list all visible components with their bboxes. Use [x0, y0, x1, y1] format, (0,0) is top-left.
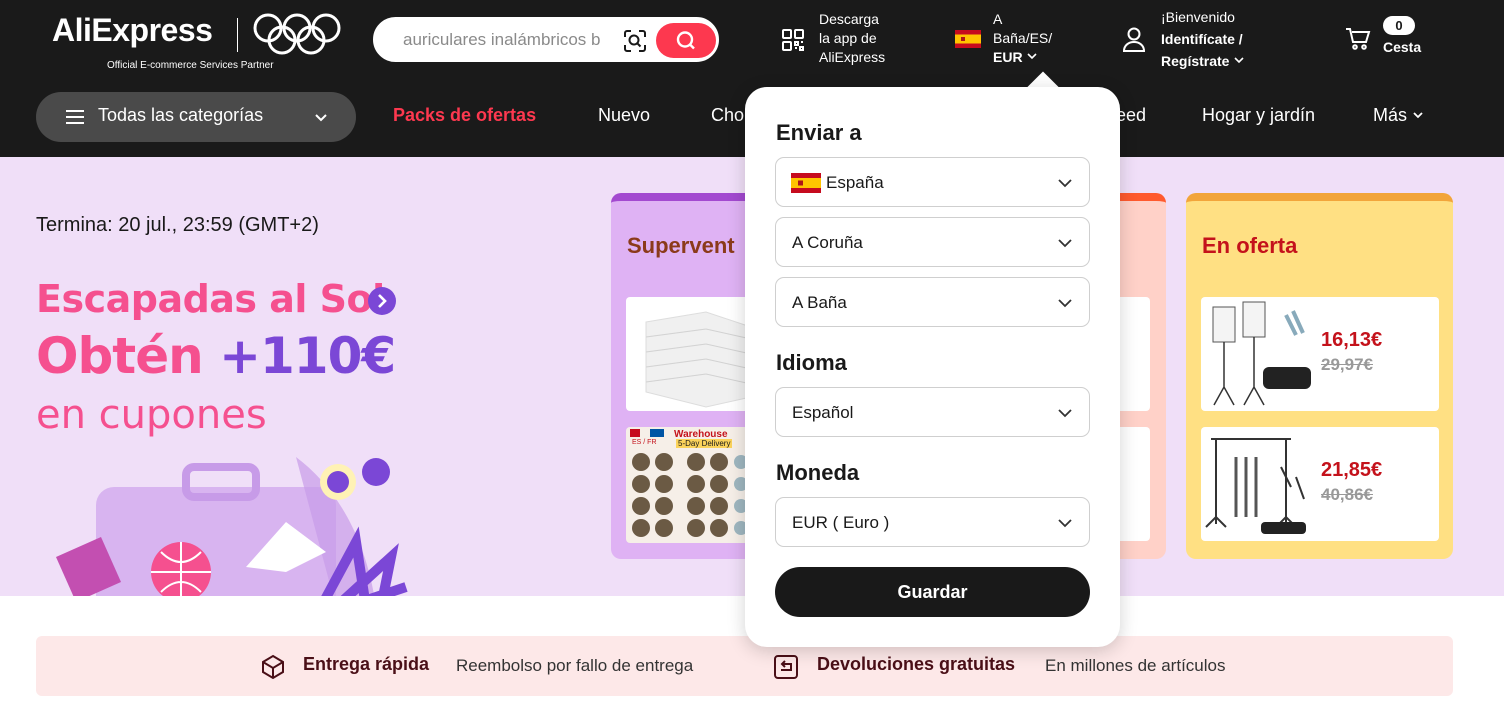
- logo-text: AliExpress: [52, 12, 213, 48]
- chevron-down-icon: [1058, 409, 1072, 418]
- cart-icon: [1346, 28, 1371, 50]
- search-bar: [373, 17, 719, 62]
- logo-divider: [237, 18, 238, 52]
- province-value: A Coruña: [792, 233, 863, 252]
- backdrop-stand-product-image: [1205, 438, 1306, 534]
- nav-item-new[interactable]: Nuevo: [598, 105, 650, 126]
- chevron-down-icon: [1027, 53, 1038, 60]
- free-returns-desc: En millones de artículos: [1045, 656, 1226, 675]
- region-text: A Baña/ES/ EUR: [993, 11, 1053, 65]
- save-button[interactable]: Guardar: [775, 567, 1090, 617]
- product-price: 21,85€: [1321, 459, 1383, 481]
- chevron-down-icon: [1058, 519, 1072, 528]
- nav-item-feed[interactable]: eed: [1116, 105, 1146, 126]
- product-tile[interactable]: Warehouse 5-Day Delivery ES / FR: [626, 427, 756, 543]
- travel-illustration: [56, 457, 408, 596]
- product-tile[interactable]: [626, 297, 756, 411]
- promo-offer-sub: en cupones: [36, 392, 267, 438]
- aliexpress-logo[interactable]: AliExpress Official E-commerce Services …: [52, 10, 342, 74]
- user-icon: [1122, 27, 1146, 52]
- arrow-right-icon[interactable]: [368, 287, 396, 315]
- product-price: 16,13€: [1321, 329, 1383, 351]
- benefits-strip: Entrega rápida Reembolso por fallo de en…: [36, 636, 1453, 696]
- on-sale-title: En oferta: [1202, 233, 1298, 258]
- currency-value: EUR ( Euro ): [792, 513, 890, 532]
- free-returns-title: Devoluciones gratuitas: [817, 654, 1016, 674]
- qr-code-icon: [782, 29, 804, 51]
- language-select[interactable]: Español: [775, 387, 1090, 437]
- province-select[interactable]: A Coruña: [775, 217, 1090, 267]
- search-icon: [676, 31, 695, 50]
- nav-item-home-garden[interactable]: Hogar y jardín: [1202, 105, 1315, 126]
- spain-flag-icon: [955, 30, 981, 48]
- chevron-down-icon: [315, 114, 327, 122]
- language-value: Español: [792, 403, 854, 422]
- chevron-down-icon: [1413, 112, 1423, 119]
- image-search-icon[interactable]: [623, 29, 647, 53]
- return-box-icon: [774, 655, 798, 679]
- city-select[interactable]: A Baña: [775, 277, 1090, 327]
- ship-to-title: Enviar a: [776, 120, 862, 145]
- product-tile[interactable]: 16,13€ 29,97€: [1201, 297, 1439, 411]
- country-value: España: [826, 173, 884, 192]
- nav-item-deal-packs[interactable]: Packs de ofertas: [393, 105, 536, 126]
- bestsellers-title: Supervent: [627, 233, 735, 258]
- cart-count-badge: 0: [1383, 16, 1415, 35]
- fast-delivery-desc: Reembolso por fallo de entrega: [456, 656, 694, 675]
- fast-delivery-title: Entrega rápida: [303, 654, 430, 674]
- product-tile[interactable]: 21,85€ 40,86€: [1201, 427, 1439, 541]
- chevron-down-icon: [1058, 179, 1072, 188]
- product-old-price: 40,86€: [1321, 485, 1373, 504]
- ship-settings-popup: Enviar a España A Coruña A Baña Idioma E…: [745, 87, 1120, 647]
- currency-select[interactable]: EUR ( Euro ): [775, 497, 1090, 547]
- city-value: A Baña: [792, 293, 847, 312]
- categories-label: Todas las categorías: [98, 105, 264, 125]
- softbox-lighting-product-image: [1212, 301, 1311, 406]
- language-title: Idioma: [776, 350, 847, 375]
- olympic-rings-icon: [253, 13, 341, 55]
- chevron-down-icon: [1058, 299, 1072, 308]
- package-icon: [262, 654, 284, 680]
- product-old-price: 29,97€: [1321, 355, 1373, 374]
- search-input[interactable]: [403, 29, 613, 51]
- currency-title: Moneda: [776, 460, 860, 485]
- chevron-down-icon: [1058, 239, 1072, 248]
- all-categories-button[interactable]: Todas las categorías: [36, 92, 356, 142]
- nav-item-more[interactable]: Más: [1373, 105, 1424, 126]
- promo-end-time: Termina: 20 jul., 23:59 (GMT+2): [36, 214, 319, 236]
- cart-label: Cesta: [1383, 39, 1422, 55]
- menu-icon: [66, 110, 84, 124]
- app-download-text: Descarga la app de AliExpress: [819, 11, 886, 65]
- wall-panel-product-image: [645, 311, 752, 408]
- nav-item-choice[interactable]: Cho: [711, 105, 744, 126]
- promo-headline[interactable]: Escapadas al Sol: [36, 277, 385, 321]
- on-sale-card[interactable]: En oferta 16,13€ 29,97€ 21,85€ 40,86€: [1186, 193, 1453, 559]
- account-text: ¡Bienvenido Identifícate / Regístrate: [1161, 6, 1291, 72]
- partner-text: Official E-commerce Services Partner: [107, 60, 274, 71]
- search-button[interactable]: [656, 23, 716, 58]
- spain-flag-icon: [791, 173, 821, 193]
- chevron-down-icon: [1234, 57, 1244, 64]
- country-select[interactable]: España: [775, 157, 1090, 207]
- promo-offer: Obtén +110€: [36, 327, 396, 385]
